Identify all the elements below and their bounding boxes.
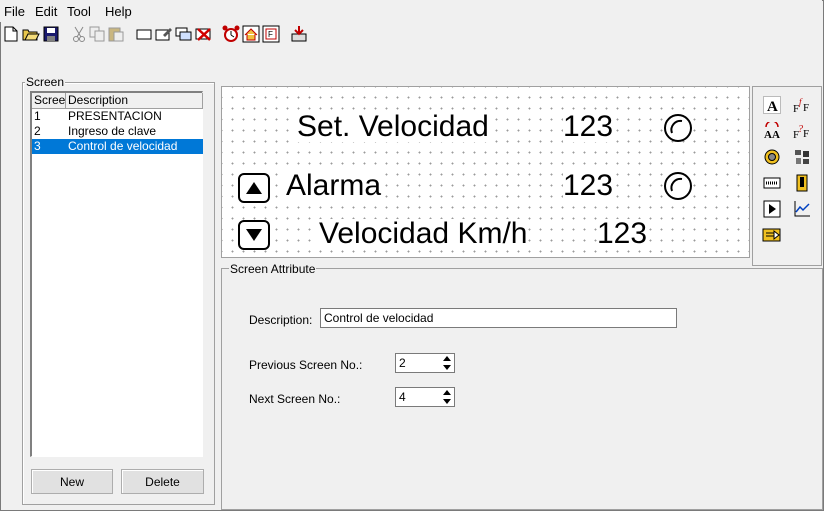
- lamp-icon[interactable]: [762, 147, 782, 167]
- down-arrow-button[interactable]: [238, 220, 270, 250]
- open-icon[interactable]: [22, 25, 40, 43]
- delete-screen-icon[interactable]: [195, 25, 213, 43]
- bitmap-icon[interactable]: [792, 147, 812, 167]
- paste-icon[interactable]: [107, 25, 125, 43]
- column-header-no[interactable]: Scree: [32, 93, 66, 109]
- screen-attribute-title: Screen Attribute: [229, 262, 317, 276]
- delete-button[interactable]: Delete: [121, 469, 204, 494]
- table-row-selected[interactable]: 3 Control de velocidad: [32, 139, 203, 154]
- function-key-icon[interactable]: [762, 225, 782, 245]
- home-icon[interactable]: [242, 25, 260, 43]
- canvas-text-set-velocidad[interactable]: Set. Velocidad: [297, 112, 489, 142]
- menu-help[interactable]: Help: [105, 4, 132, 19]
- triangle-up-icon: [246, 182, 262, 194]
- function-icon[interactable]: F: [262, 25, 280, 43]
- canvas-text-velocidad-kmh[interactable]: Velocidad Km/h: [319, 219, 528, 249]
- canvas-value-3[interactable]: 123: [597, 219, 648, 249]
- menu-tool[interactable]: Tool: [67, 4, 91, 19]
- svg-text:A: A: [772, 129, 780, 140]
- knob-icon[interactable]: [664, 172, 692, 200]
- svg-text:A: A: [767, 99, 778, 114]
- list-header: Scree Description: [32, 93, 203, 109]
- canvas-value-1[interactable]: 123: [563, 112, 614, 142]
- description-label: Description:: [249, 313, 313, 327]
- screen-list[interactable]: Scree Description 1 PRESENTACION 2 Ingre…: [30, 91, 203, 457]
- previous-screen-spin-icon[interactable]: [440, 353, 454, 373]
- row-no: 1: [34, 109, 41, 123]
- next-screen-spin-icon[interactable]: [440, 387, 454, 407]
- row-description: PRESENTACION: [68, 109, 162, 123]
- svg-text:F: F: [268, 30, 273, 39]
- row-description: Ingreso de clave: [68, 124, 157, 138]
- screen-attribute-group: [221, 268, 823, 510]
- svg-text:F: F: [803, 128, 809, 140]
- screen-props-icon[interactable]: [155, 25, 173, 43]
- triangle-down-icon: [246, 229, 262, 241]
- new-icon[interactable]: [2, 25, 20, 43]
- formula-scroll-icon[interactable]: F? F: [792, 121, 812, 141]
- row-no: 2: [34, 124, 41, 138]
- object-palette: A FfF AA F? F: [752, 86, 822, 266]
- next-screen-label: Next Screen No.:: [249, 392, 341, 406]
- svg-text:A: A: [764, 129, 772, 140]
- screen-group-title: Screen: [25, 75, 66, 89]
- row-no: 3: [34, 139, 41, 153]
- copy-icon[interactable]: [88, 25, 106, 43]
- table-row[interactable]: 2 Ingreso de clave: [32, 124, 203, 139]
- canvas-text-alarma[interactable]: Alarma: [286, 171, 382, 201]
- column-header-description[interactable]: Description: [66, 93, 203, 109]
- menu-edit[interactable]: Edit: [35, 4, 57, 19]
- numeric-input-icon[interactable]: [792, 173, 812, 193]
- previous-screen-label: Previous Screen No.:: [249, 358, 363, 372]
- screen-icon[interactable]: [135, 25, 153, 43]
- numeric-display-icon[interactable]: [762, 173, 782, 193]
- formula-text-icon[interactable]: FfF: [792, 95, 812, 115]
- table-row[interactable]: 1 PRESENTACION: [32, 109, 203, 124]
- knob-icon[interactable]: [664, 114, 692, 142]
- up-arrow-button[interactable]: [238, 173, 270, 203]
- canvas-value-2[interactable]: 123: [563, 171, 614, 201]
- new-button[interactable]: New: [31, 469, 113, 494]
- screen-copy-icon[interactable]: [175, 25, 193, 43]
- toolbar: F: [0, 22, 822, 74]
- description-field[interactable]: Control de velocidad: [320, 308, 677, 328]
- screen-jump-icon[interactable]: [762, 199, 782, 219]
- trend-icon[interactable]: [792, 199, 812, 219]
- menu-file[interactable]: File: [4, 4, 25, 19]
- scroll-text-icon[interactable]: AA: [762, 121, 782, 141]
- menu-bar: File Edit Tool Help: [0, 0, 822, 22]
- alarm-icon[interactable]: [222, 25, 240, 43]
- save-icon[interactable]: [42, 25, 60, 43]
- download-icon[interactable]: [290, 25, 308, 43]
- svg-text:F: F: [803, 102, 809, 114]
- text-icon[interactable]: A: [762, 95, 782, 115]
- cut-icon[interactable]: [70, 25, 88, 43]
- screen-canvas[interactable]: Set. Velocidad 123 Alarma 123 Velocidad …: [221, 86, 750, 258]
- row-description: Control de velocidad: [68, 139, 178, 153]
